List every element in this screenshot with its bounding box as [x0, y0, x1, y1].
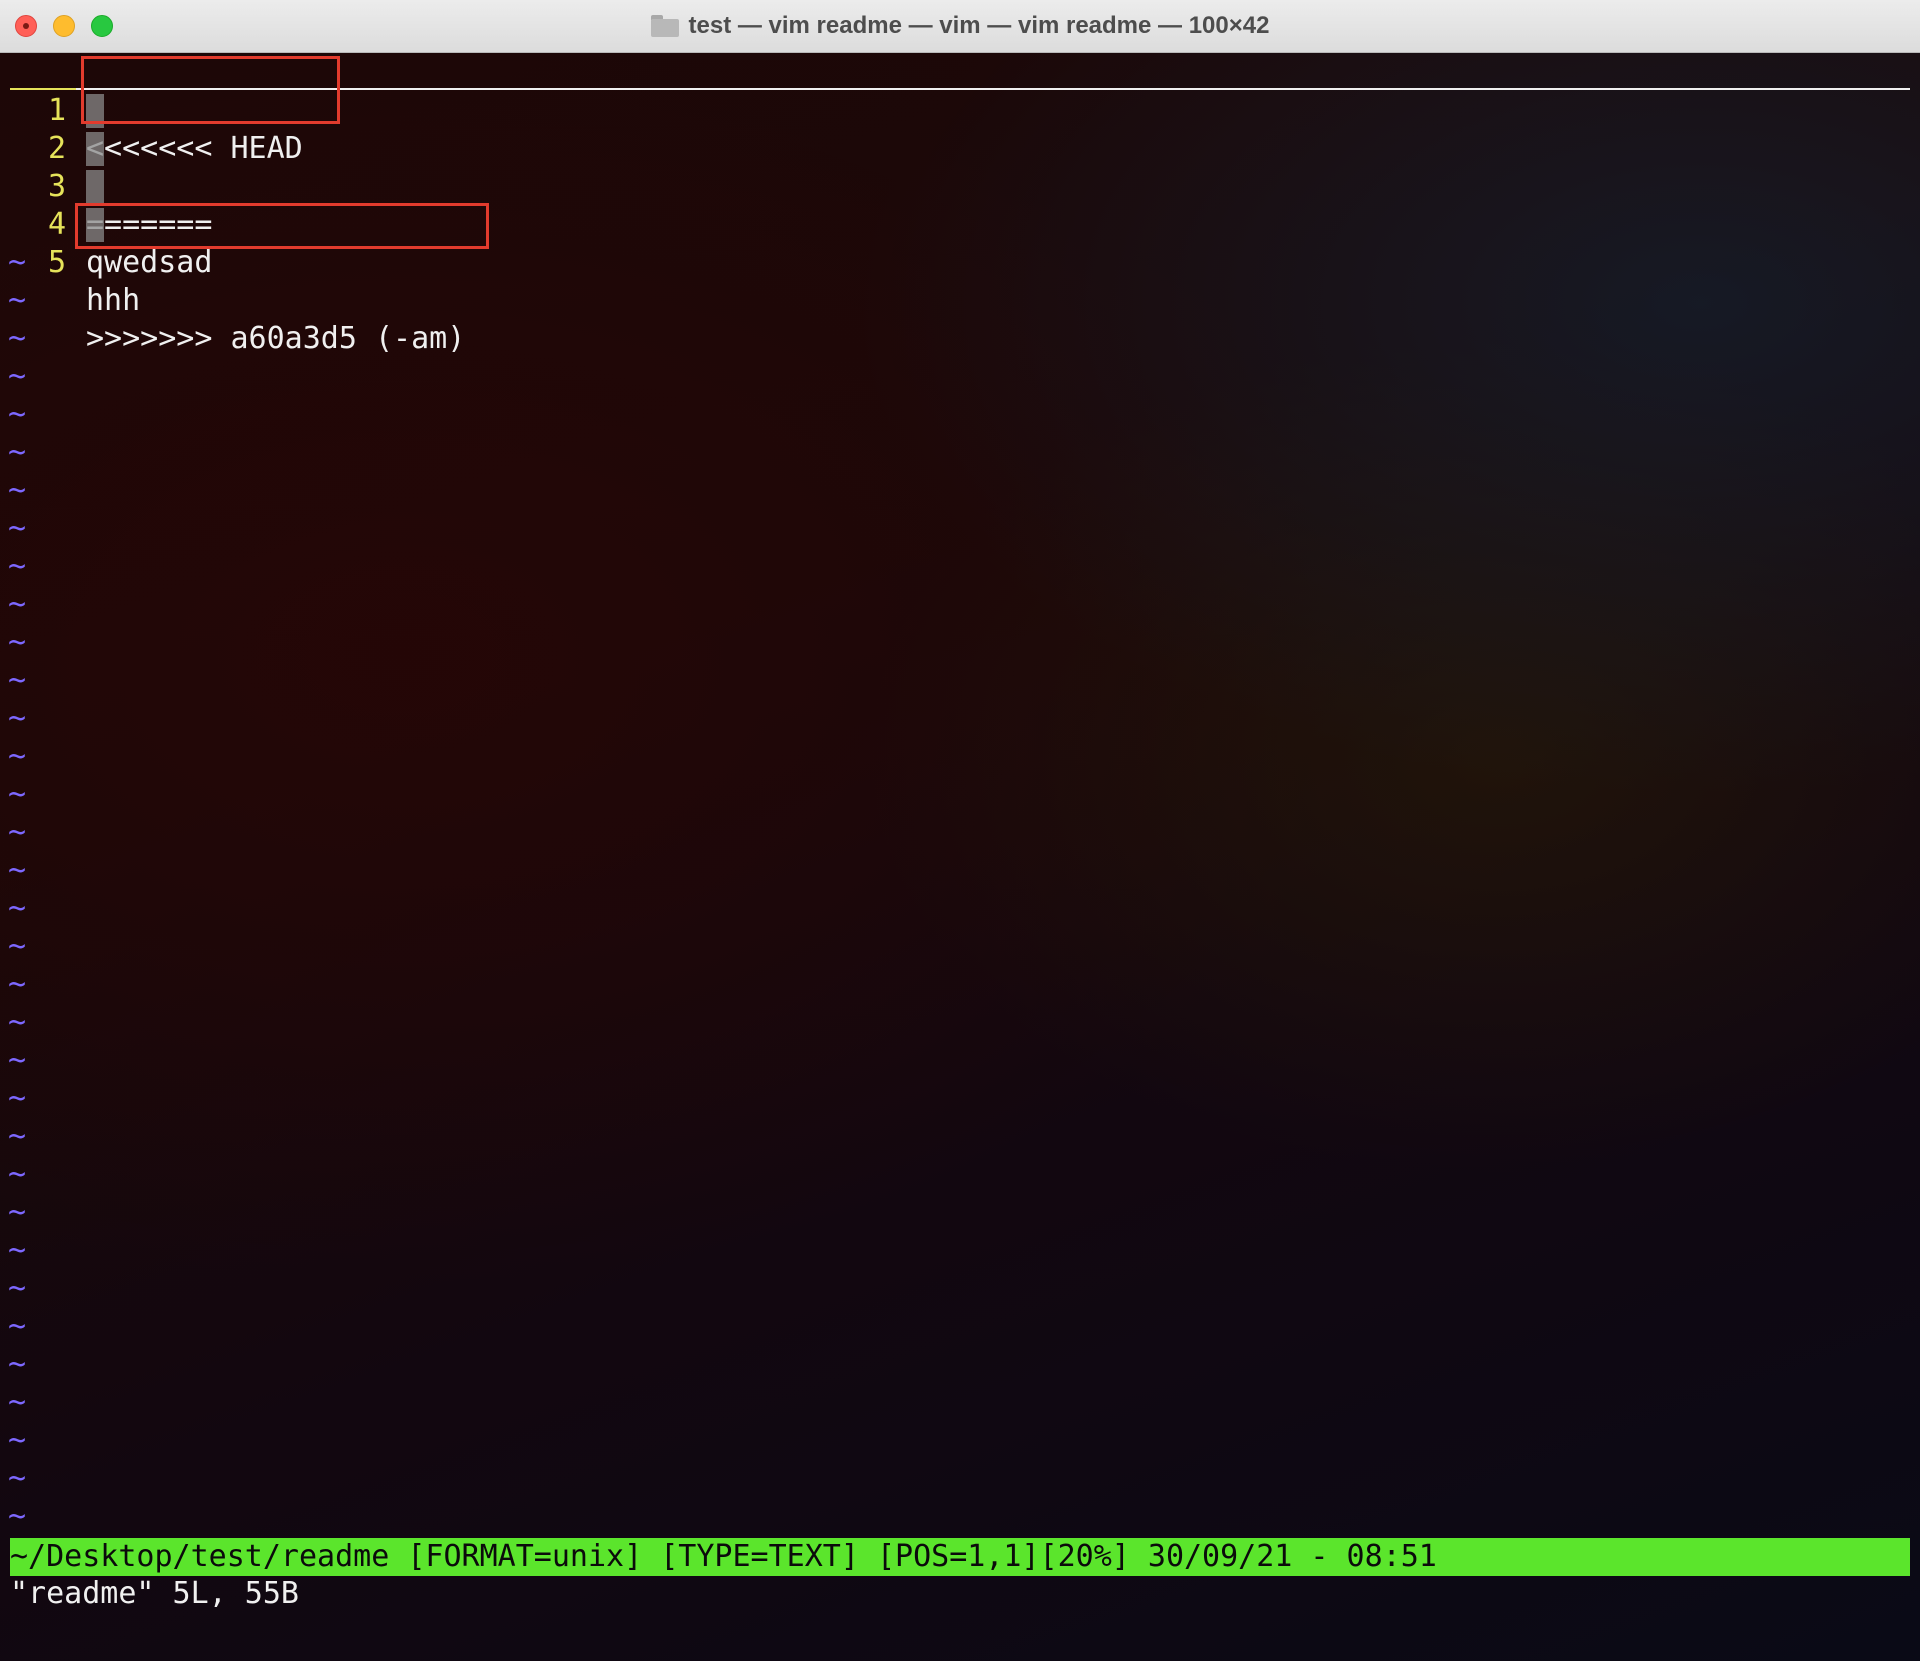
empty-line-marker: ~ — [8, 1119, 27, 1154]
folder-icon — [650, 15, 679, 37]
empty-line-marker: ~ — [8, 1271, 27, 1306]
cursor-column-cell — [86, 170, 104, 204]
empty-line-marker: ~ — [8, 1043, 27, 1078]
empty-line-marker: ~ — [8, 1499, 27, 1534]
empty-line-marker: ~ — [8, 967, 27, 1002]
empty-line-marker: ~ — [8, 473, 27, 508]
empty-line-marker: ~ — [8, 1005, 27, 1040]
empty-line-marker: ~ — [8, 853, 27, 888]
line-text[interactable]: >>>>>>> a60a3d5 (-am) — [86, 320, 465, 358]
empty-line-marker: ~ — [8, 1461, 27, 1496]
empty-line-marker: ~ — [8, 245, 27, 280]
empty-line-marker: ~ — [8, 587, 27, 622]
vim-statusline: ~/Desktop/test/readme [FORMAT=unix] [TYP… — [10, 1538, 1910, 1576]
empty-line-marker: ~ — [8, 511, 27, 546]
empty-line-marker: ~ — [8, 891, 27, 926]
empty-line-marker: ~ — [8, 283, 27, 318]
empty-line-marker: ~ — [8, 625, 27, 660]
cursor-column-cell — [86, 132, 104, 166]
empty-line-marker: ~ — [8, 1157, 27, 1192]
empty-line-marker: ~ — [8, 929, 27, 964]
empty-line-marker: ~ — [8, 815, 27, 850]
vim-editor[interactable]: 1 <<<<<<< HEAD 2 ======= 3 qwedsad 4 hhh… — [0, 53, 1920, 1661]
buffer-line[interactable]: 4 hhh — [0, 168, 1920, 318]
empty-line-marker: ~ — [8, 549, 27, 584]
empty-line-marker: ~ — [8, 321, 27, 356]
empty-line-marker: ~ — [8, 397, 27, 432]
empty-line-marker: ~ — [8, 739, 27, 774]
empty-line-marker: ~ — [8, 1233, 27, 1268]
title-bar[interactable]: test — vim readme — vim — vim readme — 1… — [0, 0, 1920, 53]
buffer-line[interactable]: 3 qwedsad — [0, 130, 1920, 280]
empty-line-marker: ~ — [8, 1309, 27, 1344]
empty-line-marker: ~ — [8, 1081, 27, 1116]
window-title: test — vim readme — vim — vim readme — 1… — [688, 12, 1270, 39]
vim-message-line: "readme" 5L, 55B — [10, 1576, 299, 1611]
empty-line-marker: ~ — [8, 359, 27, 394]
conflict-marker-highlight-bottom — [75, 203, 489, 249]
window-title-area: test — vim readme — vim — vim readme — 1… — [0, 0, 1920, 52]
empty-line-marker: ~ — [8, 1195, 27, 1230]
empty-line-marker: ~ — [8, 435, 27, 470]
empty-line-marker: ~ — [8, 777, 27, 812]
terminal-window: test — vim readme — vim — vim readme — 1… — [0, 0, 1920, 1661]
empty-line-marker: ~ — [8, 1423, 27, 1458]
empty-line-marker: ~ — [8, 701, 27, 736]
empty-line-marker: ~ — [8, 663, 27, 698]
conflict-marker-highlight-top — [81, 56, 340, 124]
empty-line-marker: ~ — [8, 1347, 27, 1382]
empty-line-marker: ~ — [8, 1385, 27, 1420]
